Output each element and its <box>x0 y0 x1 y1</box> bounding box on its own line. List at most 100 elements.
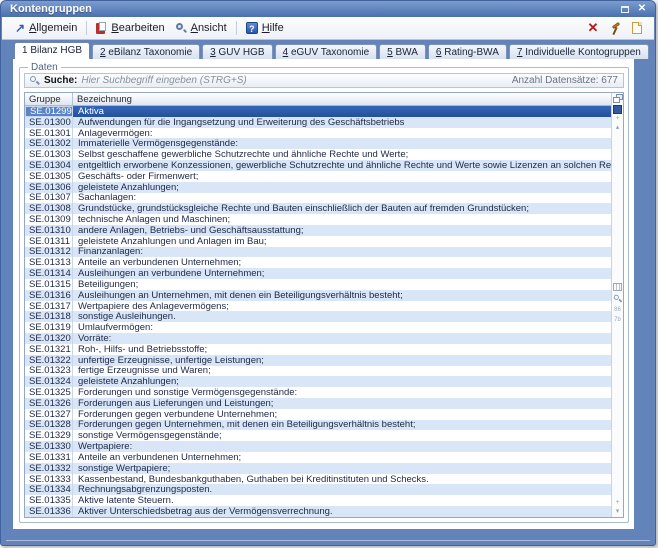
tab-5-bwa[interactable]: 5 BWA <box>379 44 426 59</box>
column-header-bezeichnung[interactable]: Bezeichnung <box>73 93 611 105</box>
table-row[interactable]: SE.01325Forderungen und sonstige Vermöge… <box>25 387 611 398</box>
cell-bezeichnung: Roh-, Hilfs- und Betriebsstoffe; <box>73 344 611 355</box>
table-row[interactable]: SE.01301Anlagevermögen: <box>25 128 611 139</box>
scroll-down-icon[interactable]: ▾ <box>616 507 620 516</box>
cell-gruppe: SE.01321 <box>25 344 73 355</box>
edit-book-icon <box>96 22 107 34</box>
cell-bezeichnung: entgeltlich erworbene Konzessionen, gewe… <box>73 160 611 171</box>
menu-item-hilfe[interactable]: ?Hilfe <box>241 20 289 36</box>
scroll-up-icon[interactable]: ▴ <box>616 123 620 132</box>
cell-bezeichnung: fertige Erzeugnisse und Waren; <box>73 366 611 377</box>
maximize-button[interactable] <box>618 3 632 15</box>
tab-3-guv-hgb[interactable]: 3 GUV HGB <box>202 44 272 59</box>
cell-gruppe: SE.01333 <box>25 474 73 485</box>
table-row[interactable]: SE.01329sonstige Vermögensgegenstände; <box>25 430 611 441</box>
cell-bezeichnung: Aktive latente Steuern. <box>73 495 611 506</box>
cell-bezeichnung: Aufwendungen für die Ingangsetzung und E… <box>73 117 611 128</box>
table-row[interactable]: SE.01334Rechnungsabgrenzungsposten. <box>25 484 611 495</box>
style-tool-icon[interactable]: 86 <box>614 307 621 314</box>
table-row[interactable]: SE.01324geleistete Anzahlungen; <box>25 376 611 387</box>
cell-gruppe: SE.01304 <box>25 160 73 171</box>
cell-gruppe: SE.01329 <box>25 430 73 441</box>
scroll-jump-up-icon[interactable]: + <box>615 114 619 123</box>
table-row[interactable]: SE.01303Selbst geschaffene gewerbliche S… <box>25 149 611 160</box>
table-row[interactable]: SE.01318sonstige Ausleihungen. <box>25 311 611 322</box>
grid-tool-icon[interactable] <box>613 283 622 291</box>
cell-bezeichnung: Immaterielle Vermögensgegenstände: <box>73 138 611 149</box>
cell-bezeichnung: Grundstücke, grundstücksgleiche Rechte u… <box>73 203 611 214</box>
table-row[interactable]: SE.01332sonstige Wertpapiere; <box>25 463 611 474</box>
cell-gruppe: SE.01310 <box>25 225 73 236</box>
table-row[interactable]: SE.01327Forderungen gegen verbundene Unt… <box>25 409 611 420</box>
tab-2-ebilanz-taxonomie[interactable]: 2 eBilanz Taxonomie <box>92 44 200 59</box>
table-row[interactable]: SE.01313Anteile an verbundenen Unternehm… <box>25 257 611 268</box>
table-row[interactable]: SE.01310andere Anlagen, Betriebs- und Ge… <box>25 225 611 236</box>
table-row[interactable]: SE.01311geleistete Anzahlungen und Anlag… <box>25 236 611 247</box>
search-placeholder: Hier Suchbegriff eingeben (STRG+S) <box>81 75 507 86</box>
cell-bezeichnung: Wertpapiere des Anlagevermögens; <box>73 301 611 312</box>
table-row[interactable]: SE.01322unfertige Erzeugnisse, unfertige… <box>25 355 611 366</box>
new-document-icon <box>632 22 642 34</box>
table-body: SE.01299AktivaSE.01300Aufwendungen für d… <box>25 106 611 517</box>
table-row[interactable]: SE.01305Geschäfts- oder Firmenwert; <box>25 171 611 182</box>
table-row[interactable]: SE.01317Wertpapiere des Anlagevermögens; <box>25 301 611 312</box>
table-row[interactable]: SE.01319Umlaufvermögen: <box>25 322 611 333</box>
scroll-jump-down-icon[interactable]: + <box>615 498 619 507</box>
table-row[interactable]: SE.01299Aktiva <box>25 106 611 117</box>
menu-item-allgemein[interactable]: ↗Allgemein <box>10 20 82 36</box>
table-row[interactable]: SE.01315Beteiligungen; <box>25 279 611 290</box>
table-row[interactable]: SE.01320Vorräte: <box>25 333 611 344</box>
tab-7-individuelle-kontogruppen[interactable]: 7 Individuelle Kontogruppen <box>509 44 649 59</box>
filter-tool-icon[interactable]: 7b <box>614 317 621 324</box>
table-row[interactable]: SE.01316Ausleihungen an Unternehmen, mit… <box>25 290 611 301</box>
cell-bezeichnung: Finanzanlagen: <box>73 247 611 258</box>
table-row[interactable]: SE.01300Aufwendungen für die Ingangsetzu… <box>25 117 611 128</box>
cell-bezeichnung: Ausleihungen an Unternehmen, mit denen e… <box>73 290 611 301</box>
column-chooser-icon[interactable] <box>613 94 623 103</box>
menu-item-label: Bearbeiten <box>111 22 164 34</box>
side-tools: 86 7b <box>612 283 623 324</box>
table-row[interactable]: SE.01306geleistete Anzahlungen; <box>25 182 611 193</box>
table-row[interactable]: SE.01304entgeltlich erworbene Konzession… <box>25 160 611 171</box>
cell-gruppe: SE.01302 <box>25 138 73 149</box>
cell-bezeichnung: Rechnungsabgrenzungsposten. <box>73 484 611 495</box>
table-row[interactable]: SE.01309technische Anlagen und Maschinen… <box>25 214 611 225</box>
cell-bezeichnung: geleistete Anzahlungen und Anlagen im Ba… <box>73 236 611 247</box>
table-row[interactable]: SE.01331Anteile an verbundenen Unternehm… <box>25 452 611 463</box>
frame-bevel <box>6 540 650 541</box>
table-row[interactable]: SE.01336Aktiver Unterschiedsbetrag aus d… <box>25 506 611 517</box>
table-row[interactable]: SE.01307Sachanlagen: <box>25 193 611 204</box>
menu-item-ansicht[interactable]: Ansicht <box>170 20 232 36</box>
daten-groupbox: Daten Suche: Hier Suchbegriff eingeben (… <box>19 67 629 523</box>
search-input[interactable]: Suche: Hier Suchbegriff eingeben (STRG+S… <box>24 73 624 88</box>
table-row[interactable]: SE.01314Ausleihungen an verbundene Unter… <box>25 268 611 279</box>
table-row[interactable]: SE.01323fertige Erzeugnisse und Waren; <box>25 366 611 377</box>
table-row[interactable]: SE.01312Finanzanlagen: <box>25 247 611 258</box>
table-row[interactable]: SE.01326Forderungen aus Lieferungen und … <box>25 398 611 409</box>
delete-button[interactable]: ✕ <box>584 19 602 37</box>
cell-gruppe: SE.01303 <box>25 149 73 160</box>
close-button[interactable]: ✕ <box>635 3 649 15</box>
arrow-ne-icon: ↗ <box>15 23 25 34</box>
table-row[interactable]: SE.01321Roh-, Hilfs- und Betriebsstoffe; <box>25 344 611 355</box>
table-row[interactable]: SE.01333Kassenbestand, Bundesbankguthabe… <box>25 474 611 485</box>
new-document-button[interactable] <box>628 19 646 37</box>
tools-button[interactable] <box>606 19 624 37</box>
cell-bezeichnung: Wertpapiere: <box>73 441 611 452</box>
cell-gruppe: SE.01332 <box>25 463 73 474</box>
table-row[interactable]: SE.01308Grundstücke, grundstücksgleiche … <box>25 203 611 214</box>
tab-6-rating-bwa[interactable]: 6 Rating-BWA <box>428 44 507 59</box>
tab-4-eguv-taxonomie[interactable]: 4 eGUV Taxonomie <box>275 44 378 59</box>
menu-item-bearbeiten[interactable]: Bearbeiten <box>91 20 169 36</box>
zoom-tool-icon[interactable] <box>613 295 622 304</box>
table-row[interactable]: SE.01328Forderungen gegen Unternehmen, m… <box>25 420 611 431</box>
table-header: Gruppe Bezeichnung <box>25 93 611 106</box>
table-row[interactable]: SE.01335Aktive latente Steuern. <box>25 495 611 506</box>
tab-1-bilanz-hgb[interactable]: 1 Bilanz HGB <box>14 42 90 59</box>
scrollbar-thumb[interactable] <box>613 105 622 114</box>
column-header-gruppe[interactable]: Gruppe <box>25 93 73 105</box>
cell-bezeichnung: Vorräte: <box>73 333 611 344</box>
table-side-strip: + ▴ 86 7b + ▾ <box>611 93 623 517</box>
table-row[interactable]: SE.01330Wertpapiere: <box>25 441 611 452</box>
table-row[interactable]: SE.01302Immaterielle Vermögensgegenständ… <box>25 138 611 149</box>
